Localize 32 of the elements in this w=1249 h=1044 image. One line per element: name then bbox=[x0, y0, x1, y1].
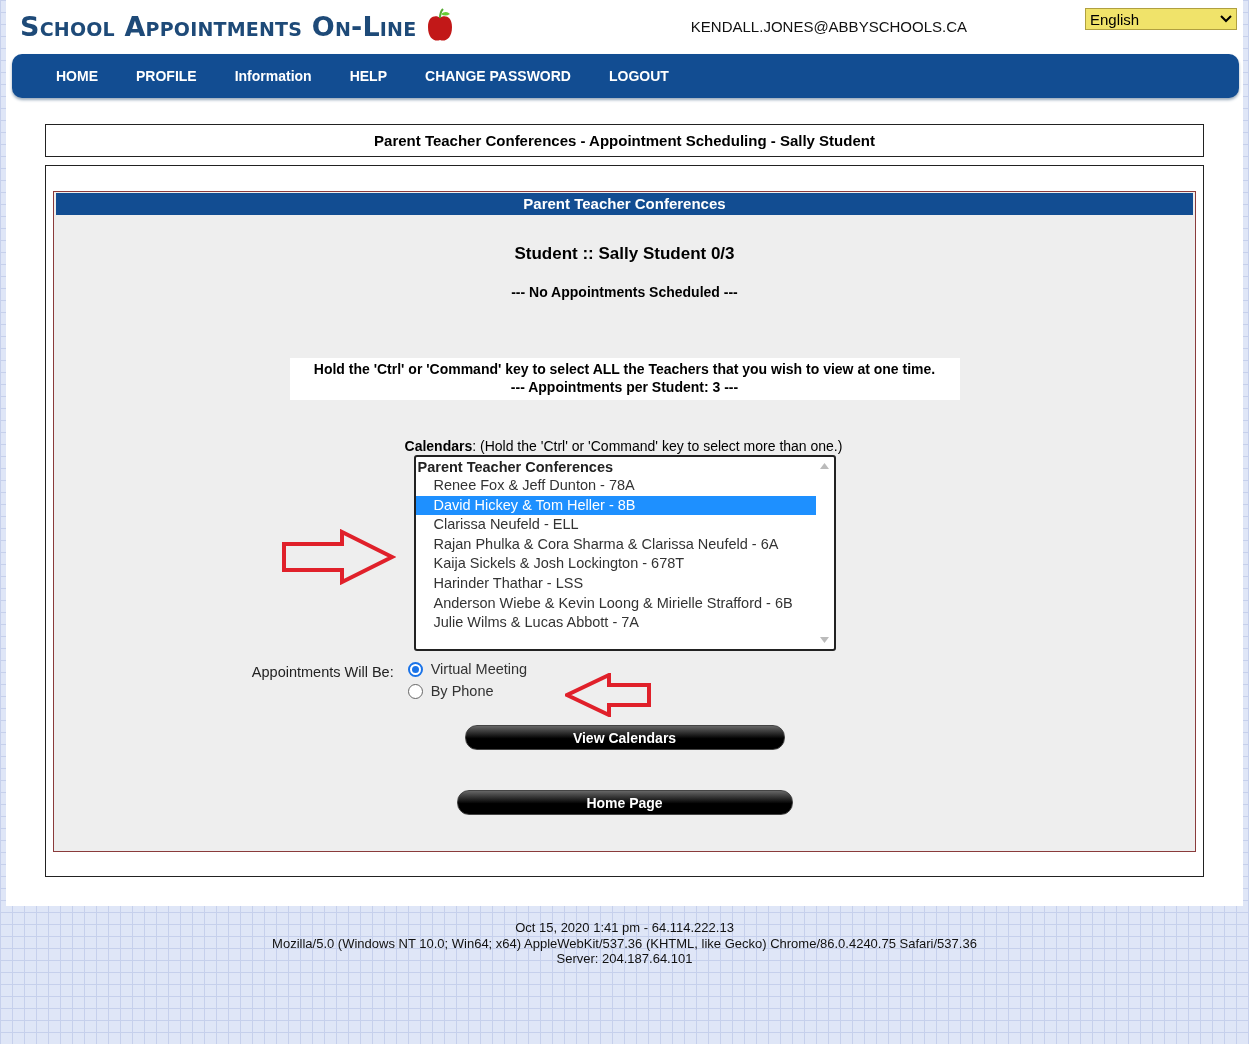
nav-link[interactable]: LOGOUT bbox=[609, 68, 669, 84]
calendar-option[interactable]: Harinder Thathar - LSS bbox=[415, 573, 816, 594]
calendars-label: Calendars: (Hold the 'Ctrl' or 'Command' key to select more than one.) bbox=[404, 438, 843, 454]
calendar-option[interactable]: Renee Fox & Jeff Dunton - 78A bbox=[415, 476, 816, 496]
notice-text: Hold the 'Ctrl' or 'Command' key to select ALL the Teachers that you wish to view at one time. bbox=[313, 360, 936, 378]
radio-label[interactable]: Virtual Meeting bbox=[430, 661, 528, 677]
appointment-status: --- No Appointments Scheduled --- bbox=[511, 284, 738, 300]
notice-text: --- Appointments per Student: 3 --- bbox=[510, 378, 739, 396]
calendar-option[interactable]: Rajan Phulka & Cora Sharma & Clarissa Neufeld - 6A bbox=[415, 534, 816, 555]
calendar-option[interactable]: Anderson Wiebe & Kevin Loong & Mirielle Strafford - 6B bbox=[415, 593, 816, 614]
footer-text: Server: 204.187.64.101 bbox=[556, 951, 693, 967]
list-group-header: Parent Teacher Conferences bbox=[416, 458, 615, 476]
panel-title: Parent Teacher Conferences bbox=[56, 193, 1193, 215]
radio-label[interactable]: By Phone bbox=[430, 683, 494, 699]
calendar-option[interactable]: Julie Wilms & Lucas Abbott - 7A bbox=[415, 613, 816, 633]
page-title: Parent Teacher Conferences - Appointment Scheduling - Sally Student bbox=[45, 124, 1204, 157]
footer-text: Oct 15, 2020 1:41 pm - 64.114.222.13 bbox=[515, 920, 734, 936]
language-select[interactable]: English bbox=[1085, 8, 1237, 30]
nav-link[interactable]: Information bbox=[234, 68, 312, 84]
nav-link[interactable]: CHANGE PASSWORD bbox=[425, 68, 571, 84]
footer-text: Mozilla/5.0 (Windows NT 10.0; Win64; x64) AppleWebKit/537.36 (KHTML, like Gecko) Chrome/86.0.4240.75 Safari/537.36 bbox=[272, 935, 977, 951]
nav-link[interactable]: HOME bbox=[56, 68, 98, 84]
nav-link[interactable]: PROFILE bbox=[136, 68, 197, 84]
student-heading: Student :: Sally Student 0/3 bbox=[514, 244, 735, 264]
user-email: KENDALL.JONES@ABBYSCHOOLS.CA bbox=[690, 17, 967, 35]
view-calendars-button[interactable]: View Calendars bbox=[464, 725, 785, 750]
nav-link[interactable]: HELP bbox=[349, 68, 387, 84]
site-logo: School Appointments On-Line bbox=[20, 10, 417, 42]
calendar-option[interactable]: Clarissa Neufeld - ELL bbox=[415, 515, 816, 535]
home-page-button[interactable]: Home Page bbox=[456, 790, 793, 815]
calendar-option[interactable]: Kaija Sickels & Josh Lockington - 678T bbox=[415, 554, 816, 574]
appointment-type-label: Appointments Will Be: bbox=[251, 664, 394, 682]
